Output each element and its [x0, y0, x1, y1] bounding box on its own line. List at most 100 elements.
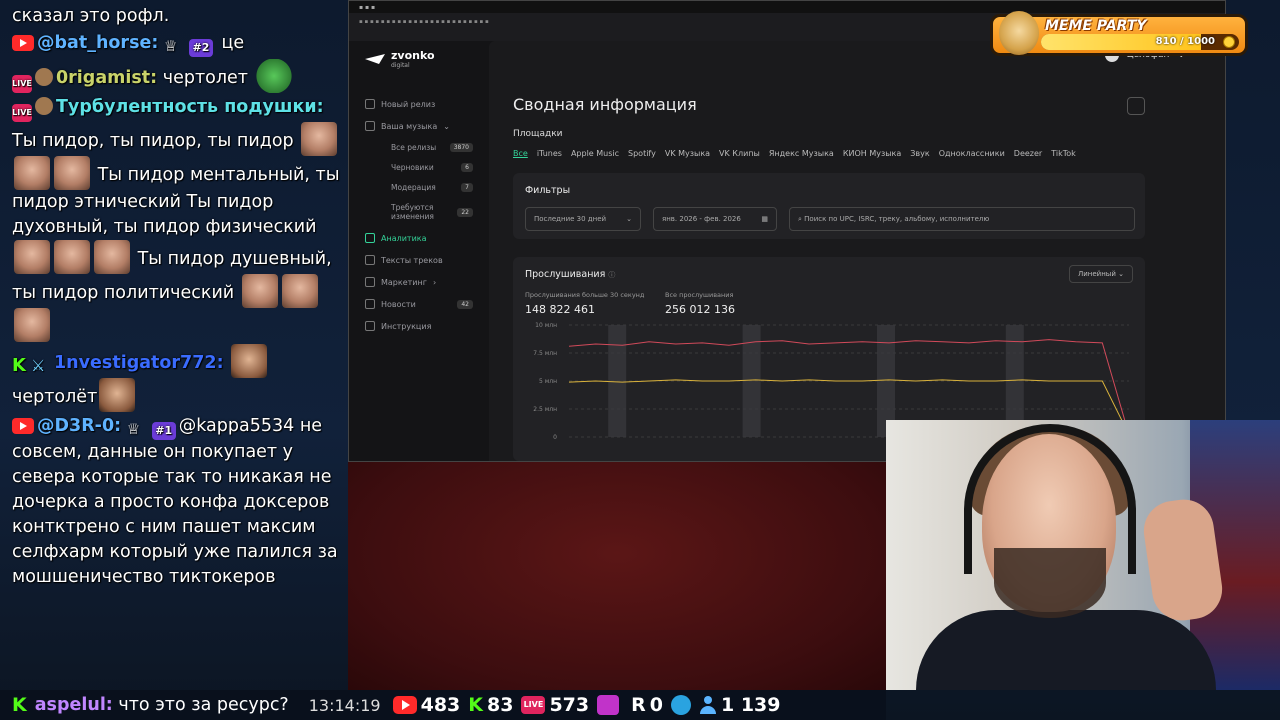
- pen-icon: [365, 255, 375, 265]
- vk-live-icon: LIVE: [521, 696, 546, 714]
- chat-text: чертолёт: [12, 387, 98, 407]
- period-select[interactable]: Последние 30 дней ⌄: [525, 207, 641, 231]
- date-range-value: янв. 2026 - фев. 2026: [662, 215, 741, 223]
- count-badge: 6: [461, 162, 473, 172]
- money-emote-icon: [255, 59, 292, 93]
- face-emote-icon: [14, 156, 50, 190]
- rank-badge: #1: [151, 422, 176, 440]
- logo-text: zvonko: [391, 49, 435, 62]
- sidebar-item-lyrics[interactable]: Тексты треков: [365, 249, 489, 271]
- chart-mode-value: Линейный: [1077, 270, 1116, 278]
- count-badge: 7: [461, 182, 473, 192]
- sidebar-item-analytics[interactable]: Аналитика: [365, 227, 489, 249]
- tab-platform[interactable]: Spotify: [628, 149, 656, 158]
- zvonko-app: zvonko digital Новый релиз Ваша музыка ⌄ В…: [349, 41, 1225, 461]
- tab-platform[interactable]: Все: [513, 149, 528, 158]
- laugh-emote-icon: [231, 344, 268, 378]
- export-button[interactable]: [1127, 97, 1145, 115]
- kick-viewers: K 83: [468, 694, 513, 716]
- sidebar-item-new-release[interactable]: Новый релиз: [365, 93, 489, 115]
- sidebar-item-label: Новости: [381, 299, 416, 309]
- sidebar-subitem-need-changes[interactable]: Требуются изменения 22: [365, 197, 489, 227]
- browser-tabs: ▪ ▪ ▪: [349, 1, 1225, 13]
- kick-icon: K: [12, 355, 26, 376]
- logo-icon: [365, 54, 385, 64]
- date-range-picker[interactable]: янв. 2026 - фев. 2026 ▦: [653, 207, 777, 231]
- chat-message: сказал это рофл.: [12, 4, 340, 29]
- chat-text: сказал это рофл.: [12, 6, 170, 26]
- viewer-count: 83: [487, 694, 514, 716]
- viewer-count: 573: [549, 694, 590, 716]
- sidebar-item-label: Тексты треков: [381, 255, 443, 265]
- search-input[interactable]: ⌕ Поиск по UPC, ISRC, треку, альбому, ис…: [789, 207, 1135, 231]
- sidebar-item-marketing[interactable]: Маркетинг ›: [365, 271, 489, 293]
- chat-nick: 1nvestigator772:: [54, 353, 224, 373]
- search-placeholder: Поиск по UPC, ISRC, треку, альбому, испо…: [804, 215, 990, 223]
- sidebar-item-label: Все релизы: [391, 142, 437, 152]
- clock: 13:14:19: [308, 695, 381, 715]
- face-emote-icon: [301, 122, 338, 156]
- sidebar-item-label: Аналитика: [381, 233, 427, 243]
- logo[interactable]: zvonko digital: [365, 49, 489, 69]
- screen-capture: ▪ ▪ ▪ ▪ ▪ ▪ ▪ ▪ ▪ ▪ ▪ ▪ ▪ ▪ ▪ ▪ ▪ ▪ ▪ ▪ …: [348, 0, 1226, 462]
- tab-platform[interactable]: КИОН Музыка: [843, 149, 901, 158]
- chat-text: не совсем, данные он покупает у севера к…: [12, 416, 338, 587]
- face-emote-icon: [14, 308, 50, 342]
- tab-platform[interactable]: Deezer: [1014, 149, 1042, 158]
- twitch-viewers: [597, 695, 623, 715]
- avatar: [35, 68, 53, 86]
- tab-platform[interactable]: Apple Music: [571, 149, 619, 158]
- chat-text: Ты пидор, ты пидор, ты пидор: [12, 131, 294, 151]
- count-badge: 3870: [449, 142, 473, 152]
- tab-platform[interactable]: Одноклассники: [939, 149, 1005, 158]
- tab-platform[interactable]: TikTok: [1051, 149, 1076, 158]
- calendar-icon: ▦: [761, 215, 768, 223]
- tab-platform[interactable]: VK Клипы: [719, 149, 760, 158]
- listens-title: Прослушивания ⓘ: [525, 269, 615, 280]
- sidebar: zvonko digital Новый релиз Ваша музыка ⌄ В…: [349, 41, 489, 461]
- browser-tab[interactable]: ▪ ▪ ▪: [359, 4, 375, 11]
- platforms-label: Площадки: [513, 129, 563, 139]
- sidebar-nav: Новый релиз Ваша музыка ⌄ Все релизы 3870 …: [365, 93, 489, 337]
- sidebar-subitem-drafts[interactable]: Черновики 6: [365, 157, 489, 177]
- meme-title: MEME PARTY: [1045, 18, 1147, 34]
- sidebar-subitem-moderation[interactable]: Модерация 7: [365, 177, 489, 197]
- chat-text: це: [221, 33, 245, 53]
- viewer-count: 483: [420, 694, 461, 716]
- viewer-count: 1 139: [721, 694, 781, 716]
- chevron-down-icon: ⌄: [443, 121, 450, 131]
- y-tick-label: 0: [553, 434, 557, 441]
- total-viewers: 1 139: [699, 694, 781, 716]
- chat-message: LIVE 0rigamist: чертолет: [12, 59, 340, 93]
- chat-nick: aspelul:: [34, 695, 113, 715]
- filters-card: Фильтры Последние 30 дней ⌄ янв. 2026 - ф…: [513, 173, 1145, 239]
- meme-progress-bar: 810 / 1000: [1041, 34, 1239, 50]
- stat-label: Прослушивания больше 30 секунд: [525, 291, 645, 299]
- sidebar-item-label: Новый релиз: [381, 99, 436, 109]
- chart-mode-select[interactable]: Линейный ⌄: [1068, 265, 1133, 283]
- coin-icon: [1223, 36, 1235, 48]
- sidebar-item-instruction[interactable]: Инструкция: [365, 315, 489, 337]
- meme-progress-value: 810 / 1000: [1155, 36, 1215, 47]
- sidebar-item-label: Черновики: [391, 162, 434, 172]
- tab-platform[interactable]: VK Музыка: [665, 149, 710, 158]
- rank-badge: #2: [188, 39, 213, 57]
- sidebar-item-news[interactable]: Новости 42: [365, 293, 489, 315]
- weekend-band: [608, 325, 627, 437]
- youtube-icon: [392, 696, 417, 714]
- tab-platform[interactable]: Яндекс Музыка: [769, 149, 834, 158]
- chevron-down-icon: ⌄: [1118, 270, 1124, 278]
- sidebar-item-your-music[interactable]: Ваша музыка ⌄: [365, 115, 489, 137]
- chat-message: @bat_horse: ♕ #2 це: [12, 31, 340, 57]
- face-emote-icon: [241, 274, 278, 308]
- sidebar-subitem-all-releases[interactable]: Все релизы 3870: [365, 137, 489, 157]
- sword-icon: ⚔: [31, 356, 46, 375]
- rutube-viewers: R0: [631, 694, 663, 716]
- y-tick-label: 7.5 млн: [533, 350, 557, 357]
- chat-nick: @D3R-0:: [37, 416, 122, 436]
- tab-platform[interactable]: iTunes: [537, 149, 562, 158]
- tab-platform[interactable]: Звук: [910, 149, 929, 158]
- logo-subtext: digital: [391, 62, 410, 69]
- main-content: Целофан ⌄ Сводная информация Площадки Вс…: [489, 41, 1225, 461]
- sidebar-item-label: Инструкция: [381, 321, 432, 331]
